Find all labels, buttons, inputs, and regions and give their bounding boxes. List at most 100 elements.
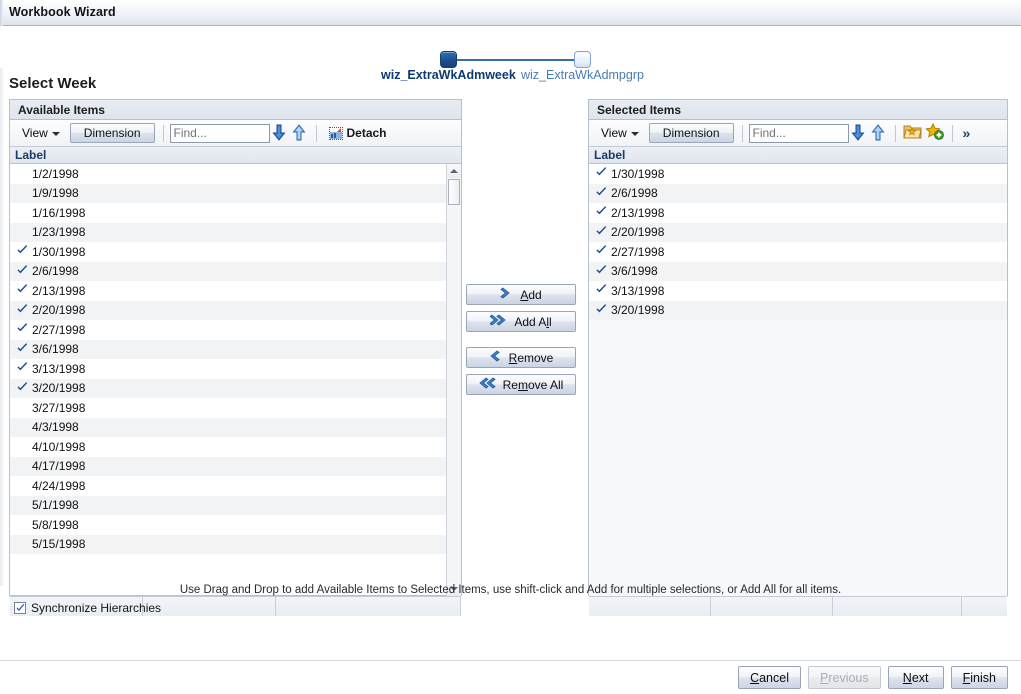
list-item-label: 5/1/1998 (32, 498, 79, 513)
checkmark-icon (17, 381, 28, 393)
selected-list[interactable]: 1/30/1998 2/6/1998 2/13/1998 2/20/1998 2/27/… (589, 164, 1007, 596)
available-list-item[interactable]: 1/9/1998 (10, 183, 446, 203)
available-list-item[interactable]: 1/30/1998 (10, 242, 446, 262)
available-list-item[interactable]: 2/20/1998 (10, 300, 446, 320)
wizard-step-1-label[interactable]: wiz_ExtraWkAdmweek (381, 68, 516, 82)
status-segment (711, 597, 833, 616)
list-item-label: 4/24/1998 (32, 478, 86, 493)
selected-list-item[interactable]: 3/20/1998 (589, 300, 1007, 320)
available-list-item[interactable]: 2/13/1998 (10, 281, 446, 301)
previous-button-label: Previous (820, 670, 869, 685)
available-list-item[interactable]: 5/15/1998 (10, 534, 446, 554)
available-detach-button[interactable]: Detach (325, 126, 391, 140)
selected-view-menu[interactable]: View (592, 123, 647, 143)
available-column-header: Label (10, 147, 461, 164)
next-button[interactable]: Next (887, 666, 944, 689)
available-list-item[interactable]: 2/27/1998 (10, 320, 446, 340)
add-button[interactable]: Add (466, 284, 576, 305)
checkmark-icon (596, 167, 607, 178)
remove-all-button[interactable]: Remove All (466, 374, 576, 395)
available-list-item[interactable]: 4/17/1998 (10, 456, 446, 476)
selected-column-header: Label (589, 147, 1007, 164)
arrow-up-icon[interactable] (291, 123, 309, 143)
available-dimension-button[interactable]: Dimension (69, 123, 155, 143)
finish-button-label: Finish (962, 670, 996, 685)
available-list-item[interactable]: 3/20/1998 (10, 378, 446, 398)
available-list-item[interactable]: 5/8/1998 (10, 515, 446, 535)
selected-list-item[interactable]: 2/6/1998 (589, 183, 1007, 203)
list-item-label: 3/6/1998 (611, 264, 658, 279)
checkmark-icon (596, 264, 607, 276)
selected-list-item[interactable]: 3/13/1998 (589, 281, 1007, 301)
available-vertical-scrollbar[interactable] (446, 164, 461, 596)
selected-list-item[interactable]: 3/6/1998 (589, 261, 1007, 281)
checkmark-icon (17, 323, 28, 334)
status-segment (589, 597, 711, 616)
arrow-down-icon[interactable] (271, 123, 289, 143)
selected-items-panel: Selected Items View Dimension Find... » … (588, 99, 1008, 616)
toolbar-separator (315, 124, 317, 142)
list-item-label: 1/30/1998 (611, 166, 665, 181)
wizard-step-2-node[interactable] (574, 51, 591, 68)
available-list-item[interactable]: 4/10/1998 (10, 437, 446, 457)
selected-find-placeholder: Find... (752, 126, 786, 140)
available-list-item[interactable]: 1/16/1998 (10, 203, 446, 223)
chevron-right-icon (500, 287, 514, 302)
list-item-label: 2/13/1998 (32, 283, 86, 298)
list-item-label: 2/20/1998 (32, 303, 86, 318)
remove-button-label: Remove (508, 350, 554, 365)
wizard-step-2-label[interactable]: wiz_ExtraWkAdmpgrp (521, 68, 644, 82)
list-item-label: 4/17/1998 (32, 459, 86, 474)
selected-list-item[interactable]: 2/27/1998 (589, 242, 1007, 262)
list-item-label: 3/27/1998 (32, 400, 86, 415)
available-list-item[interactable]: 4/24/1998 (10, 476, 446, 496)
available-find-input[interactable]: Find... (169, 123, 270, 143)
status-segment (276, 597, 461, 616)
selected-toolbar-overflow-button[interactable]: » (959, 125, 975, 141)
checkmark-icon (596, 303, 607, 315)
cancel-button-label: Cancel (750, 670, 789, 685)
list-item-label: 2/6/1998 (611, 186, 658, 201)
add-all-button[interactable]: Add All (466, 311, 576, 332)
checkmark-icon (596, 284, 607, 295)
list-item-label: 5/8/1998 (32, 517, 79, 532)
available-find-placeholder: Find... (173, 126, 207, 140)
arrow-down-icon[interactable] (850, 123, 868, 143)
scroll-up-arrow-icon[interactable] (447, 164, 461, 178)
star-plus-icon[interactable] (924, 122, 945, 143)
scrollbar-thumb[interactable] (448, 179, 460, 205)
available-list-item[interactable]: 1/23/1998 (10, 222, 446, 242)
arrow-up-icon[interactable] (870, 123, 888, 143)
cancel-button[interactable]: Cancel (738, 666, 801, 689)
synchronize-hierarchies-row[interactable]: Synchronize Hierarchies (14, 601, 161, 615)
selected-list-item[interactable]: 2/20/1998 (589, 222, 1007, 242)
list-item-label: 2/13/1998 (611, 205, 665, 220)
available-list-item[interactable]: 5/1/1998 (10, 495, 446, 515)
list-item-label: 1/2/1998 (32, 166, 79, 181)
available-dimension-label: Dimension (83, 126, 141, 140)
selected-dimension-button[interactable]: Dimension (648, 123, 734, 143)
detach-icon (328, 126, 343, 140)
selected-list-item[interactable]: 1/30/1998 (589, 164, 1007, 184)
selected-dimension-label: Dimension (662, 126, 720, 140)
available-list-item[interactable]: 4/3/1998 (10, 417, 446, 437)
available-list-item[interactable]: 2/6/1998 (10, 261, 446, 281)
available-view-menu[interactable]: View (13, 123, 68, 143)
available-list-item[interactable]: 3/13/1998 (10, 359, 446, 379)
wizard-step-1-node[interactable] (440, 51, 457, 68)
available-list-item[interactable]: 3/6/1998 (10, 339, 446, 359)
synchronize-hierarchies-checkbox[interactable] (14, 602, 26, 614)
available-list-item[interactable]: 1/2/1998 (10, 164, 446, 184)
available-list-item[interactable]: 3/27/1998 (10, 398, 446, 418)
selected-list-item[interactable]: 2/13/1998 (589, 203, 1007, 223)
folder-star-icon[interactable] (902, 123, 923, 143)
available-items-header: Available Items (9, 99, 462, 119)
selected-view-menu-label: View (601, 126, 627, 140)
selected-find-input[interactable]: Find... (748, 123, 849, 143)
list-item-label: 1/23/1998 (32, 225, 86, 240)
finish-button[interactable]: Finish (950, 666, 1008, 689)
toolbar-separator (951, 124, 953, 142)
remove-button[interactable]: Remove (466, 347, 576, 368)
toolbar-separator (162, 124, 164, 142)
available-list[interactable]: 1/2/1998 1/9/1998 1/16/1998 1/23/1998 1/30/1… (10, 164, 461, 596)
